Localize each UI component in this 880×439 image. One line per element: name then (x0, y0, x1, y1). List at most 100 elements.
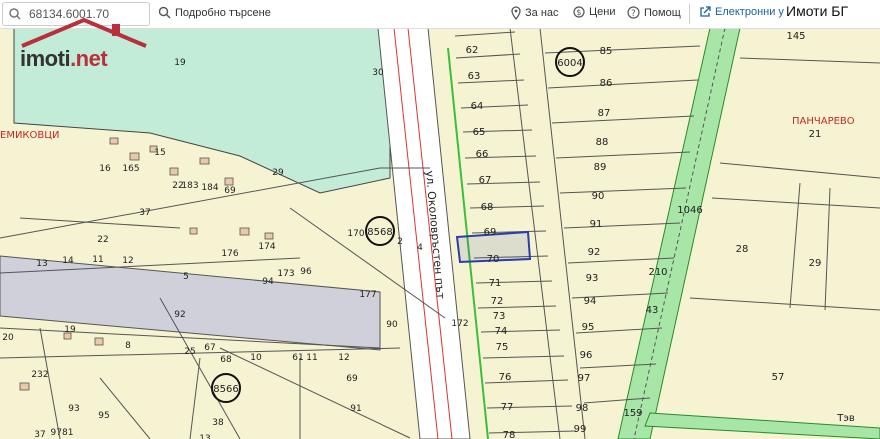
parcel-label: 93 (586, 273, 599, 284)
parcel-label: 74 (495, 326, 508, 337)
parcel-label: 38 (212, 418, 224, 428)
parcel-label: 8 (125, 341, 131, 351)
house-roof-icon (21, 17, 147, 48)
parcel-label: 94 (262, 277, 274, 287)
parcel-label: 37 (139, 208, 150, 218)
parcel-label: 4 (417, 243, 423, 253)
parcel-label: 13 (36, 259, 47, 269)
parcel-label: 89 (594, 162, 607, 173)
parcel-label: 19 (174, 58, 186, 68)
about-link[interactable]: За нас (511, 6, 559, 20)
logo-text-suffix: .net (70, 46, 108, 71)
parcel-label: 92 (588, 247, 601, 258)
toolbar-divider (689, 4, 690, 24)
parcel-label: 69 (484, 227, 497, 238)
district-pancharevo: ПАНЧАРЕВО (792, 116, 855, 127)
parcel-label: 91 (590, 219, 603, 230)
parcel-label: 15 (154, 148, 165, 158)
parcel-label: 98 (576, 403, 589, 414)
parcel-label: 13 (199, 434, 210, 439)
parcel-label: 210 (648, 267, 667, 278)
parcel-label: 43 (646, 305, 659, 316)
district-emikovtsi: ЕМИКОВЦИ (0, 130, 60, 141)
logo-text: imoti.net (20, 46, 108, 72)
parcel-label: 159 (623, 408, 642, 419)
parcel-label: 170 (347, 229, 364, 239)
parcel-label: 174 (258, 242, 275, 252)
parcel-label: 95 (98, 411, 109, 421)
logo[interactable]: imoti.net (14, 16, 154, 71)
electronic-services-label: Електронни у (715, 6, 784, 18)
help-label: Помощ (644, 6, 681, 19)
parcel-label: 22 (172, 181, 183, 191)
advanced-search-link[interactable]: Подробно търсене (158, 6, 271, 19)
parcel-label: 165 (122, 164, 139, 174)
parcel-label: 73 (493, 311, 506, 322)
parcel-label: 96 (580, 350, 593, 361)
prices-label: Цени (589, 6, 616, 18)
parcel-label: 90 (386, 320, 398, 330)
parcel-label: 92 (174, 310, 185, 320)
parcel-label: 232 (31, 370, 48, 380)
parcel-label: 85 (600, 46, 613, 57)
external-link-icon (700, 6, 711, 17)
parcel-label: 57 (772, 372, 785, 383)
parcel-label: 29 (272, 168, 284, 178)
parcel-label: 68 (220, 355, 232, 365)
parcel-label: 96 (300, 267, 312, 277)
help-link[interactable]: ? Помощ (627, 6, 681, 19)
parcel-label: 72 (491, 296, 504, 307)
parcel-label: 78 (503, 430, 516, 439)
parcel-label: 145 (786, 31, 805, 42)
parcel-label: 61 (292, 353, 303, 363)
parcel-label: 172 (451, 319, 468, 329)
parcel-label: 94 (584, 296, 597, 307)
parcel-label: 29 (809, 258, 822, 269)
electronic-services-link[interactable]: Електронни у (699, 6, 784, 18)
parcel-label: 70 (487, 254, 500, 265)
parcel-label: 88 (596, 137, 609, 148)
parcel-label: Tэв (836, 413, 855, 424)
site-name: Имоти БГ (786, 3, 849, 19)
logo-text-main: imoti (20, 46, 71, 71)
parcel-label: 67 (479, 175, 492, 186)
cadastral-map[interactable]: 6004 8568 8566 ул. Околовръстен път ЕМИК… (0, 28, 880, 439)
parcel-numbers-far: 85 86 87 88 89 90 91 92 93 94 95 96 97 98 99 (574, 46, 613, 435)
parcel-label: 30 (372, 68, 384, 78)
parcel-label: 71 (489, 278, 502, 289)
prices-link[interactable]: $ Цени (573, 6, 615, 18)
advanced-search-label: Подробно търсене (175, 6, 271, 19)
green-road-centre (633, 28, 726, 439)
map-canvas: 6004 8568 8566 ул. Околовръстен път ЕМИК… (0, 28, 880, 439)
parcel-label: 67 (204, 343, 215, 353)
parcel-label: 64 (471, 101, 484, 112)
parcel-label: 62 (466, 45, 479, 56)
circle-label-8568: 8568 (367, 227, 392, 238)
parcel-label: 5 (183, 272, 189, 282)
help-icon: ? (627, 6, 640, 19)
parcel-label: 1046 (677, 205, 702, 216)
parcel-label: 68 (481, 202, 494, 213)
magnifier-icon (158, 6, 171, 19)
dollar-icon: $ (573, 6, 585, 18)
parcel-label: 11 (306, 353, 317, 363)
svg-text:?: ? (631, 9, 636, 19)
parcel-label: 19 (64, 325, 76, 335)
parcel-label: 9781 (51, 428, 74, 438)
parcel-label: 28 (736, 244, 749, 255)
parcel-label: 12 (338, 353, 349, 363)
parcel-label: 90 (592, 191, 605, 202)
parcel-label: 87 (598, 108, 611, 119)
parcel-label: 97 (578, 373, 591, 384)
parcel-label: 2 (397, 237, 403, 247)
parcel-label: 21 (809, 129, 822, 140)
parcel-label: 66 (476, 149, 489, 160)
parcel-label: 86 (600, 78, 613, 89)
parcel-label: 69 (346, 374, 358, 384)
parcel-label: 65 (473, 127, 486, 138)
circle-label-6004: 6004 (557, 58, 582, 69)
parcel-label: 77 (501, 402, 514, 413)
parcel-label: 75 (496, 342, 509, 353)
parcel-label: 16 (99, 164, 111, 174)
circle-label-8566: 8566 (213, 384, 238, 395)
